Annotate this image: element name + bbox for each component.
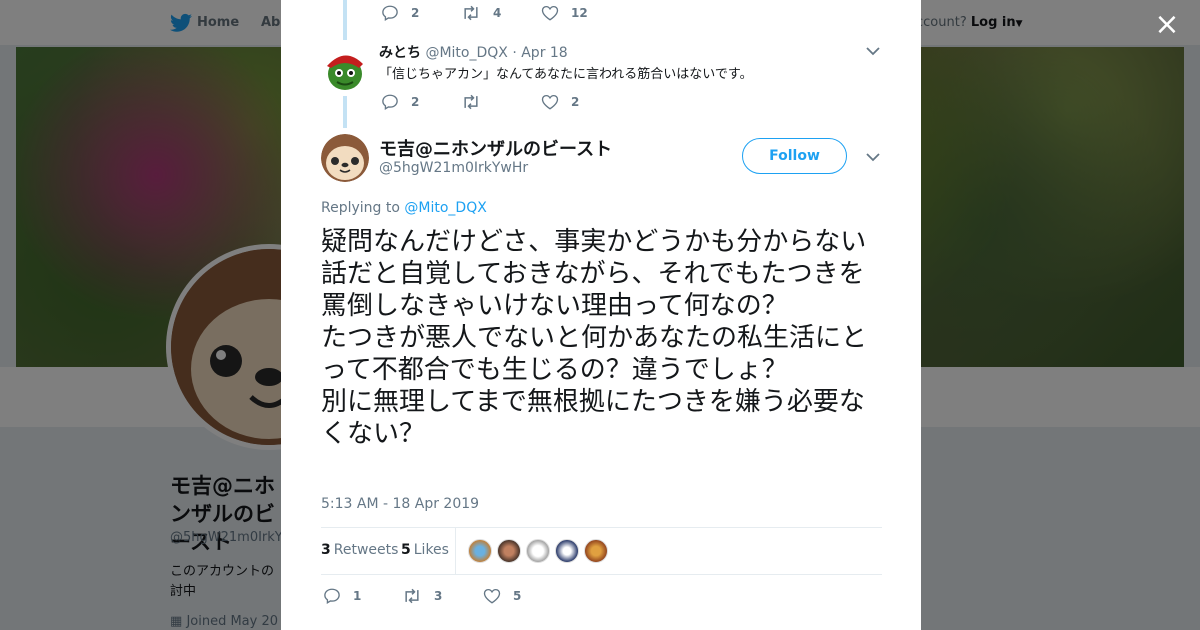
tweet-stats: 3 Retweets 5 Likes	[321, 527, 882, 575]
reply-author-avatar[interactable]	[321, 44, 369, 92]
like-count: 2	[571, 95, 580, 109]
liker-avatar[interactable]	[526, 539, 550, 563]
retweets-stat[interactable]: 3 Retweets	[321, 542, 398, 558]
retweet-count: 4	[493, 6, 502, 20]
close-icon[interactable]: ×	[1152, 10, 1182, 40]
retweets-label: Retweets	[333, 542, 399, 558]
like-count: 12	[571, 6, 588, 20]
stats-divider	[455, 528, 456, 574]
main-author-handle[interactable]: @5hgW21m0IrkYwHr	[379, 160, 528, 176]
reply-author-name[interactable]: みとち	[379, 45, 421, 61]
likes-count: 5	[401, 542, 411, 558]
thread-line	[343, 96, 347, 128]
reply-author-handle[interactable]: @Mito_DQX	[425, 45, 507, 61]
reply-icon	[324, 588, 340, 604]
reply-date[interactable]: Apr 18	[521, 45, 567, 61]
chevron-down-icon[interactable]	[866, 46, 880, 56]
reply-icon	[382, 5, 398, 21]
reply-button[interactable]: 2	[381, 93, 419, 111]
retweet-button[interactable]: 4	[461, 4, 501, 22]
like-icon	[483, 588, 501, 604]
retweet-button[interactable]: 3	[402, 587, 442, 605]
replying-to-link[interactable]: @Mito_DQX	[404, 200, 486, 216]
reply-icon	[382, 94, 398, 110]
tweet-timestamp[interactable]: 5:13 AM - 18 Apr 2019	[321, 496, 479, 512]
main-tweet-text: 疑問なんだけどさ、事実かどうかも分からない話だと自覚しておきながら、それでもたつ…	[321, 227, 868, 449]
liker-avatar[interactable]	[468, 539, 492, 563]
like-icon	[541, 5, 559, 21]
main-author-avatar[interactable]	[321, 134, 369, 182]
liker-avatar[interactable]	[555, 539, 579, 563]
tweet-modal: 2 4 12 みとち @Mito_DQX · Apr 18 「信じちゃアカン」な…	[281, 0, 921, 630]
retweets-count: 3	[321, 542, 331, 558]
replying-prefix: Replying to	[321, 200, 400, 216]
retweet-icon	[464, 5, 478, 21]
main-author-name[interactable]: モ吉@ニホンザルのビースト	[379, 135, 612, 161]
like-button[interactable]: 2	[541, 93, 579, 111]
reply-separator: ·	[512, 45, 517, 61]
liker-avatar[interactable]	[584, 539, 608, 563]
like-count: 5	[513, 589, 522, 603]
like-button[interactable]: 12	[541, 4, 588, 22]
retweet-count: 3	[434, 589, 443, 603]
retweet-button[interactable]	[461, 93, 493, 111]
likes-label: Likes	[413, 542, 449, 558]
retweet-icon	[464, 94, 478, 110]
retweet-icon	[405, 588, 419, 604]
like-button[interactable]: 5	[483, 587, 521, 605]
reply-button[interactable]: 2	[381, 4, 419, 22]
liker-avatar[interactable]	[497, 539, 521, 563]
reply-tweet-text: 「信じちゃアカン」なんてあなたに言われる筋合いはないです。	[379, 67, 753, 82]
thread-line	[343, 0, 347, 40]
reply-count: 2	[411, 6, 420, 20]
reply-button[interactable]: 1	[323, 587, 361, 605]
reply-count: 2	[411, 95, 420, 109]
likes-stat[interactable]: 5 Likes	[401, 542, 449, 558]
replying-to: Replying to @Mito_DQX	[321, 200, 487, 216]
reply-count: 1	[353, 589, 362, 603]
follow-button[interactable]: Follow	[742, 138, 847, 174]
like-icon	[541, 94, 559, 110]
reply-author-line: みとち @Mito_DQX · Apr 18	[379, 42, 568, 62]
chevron-down-icon[interactable]	[866, 152, 880, 162]
